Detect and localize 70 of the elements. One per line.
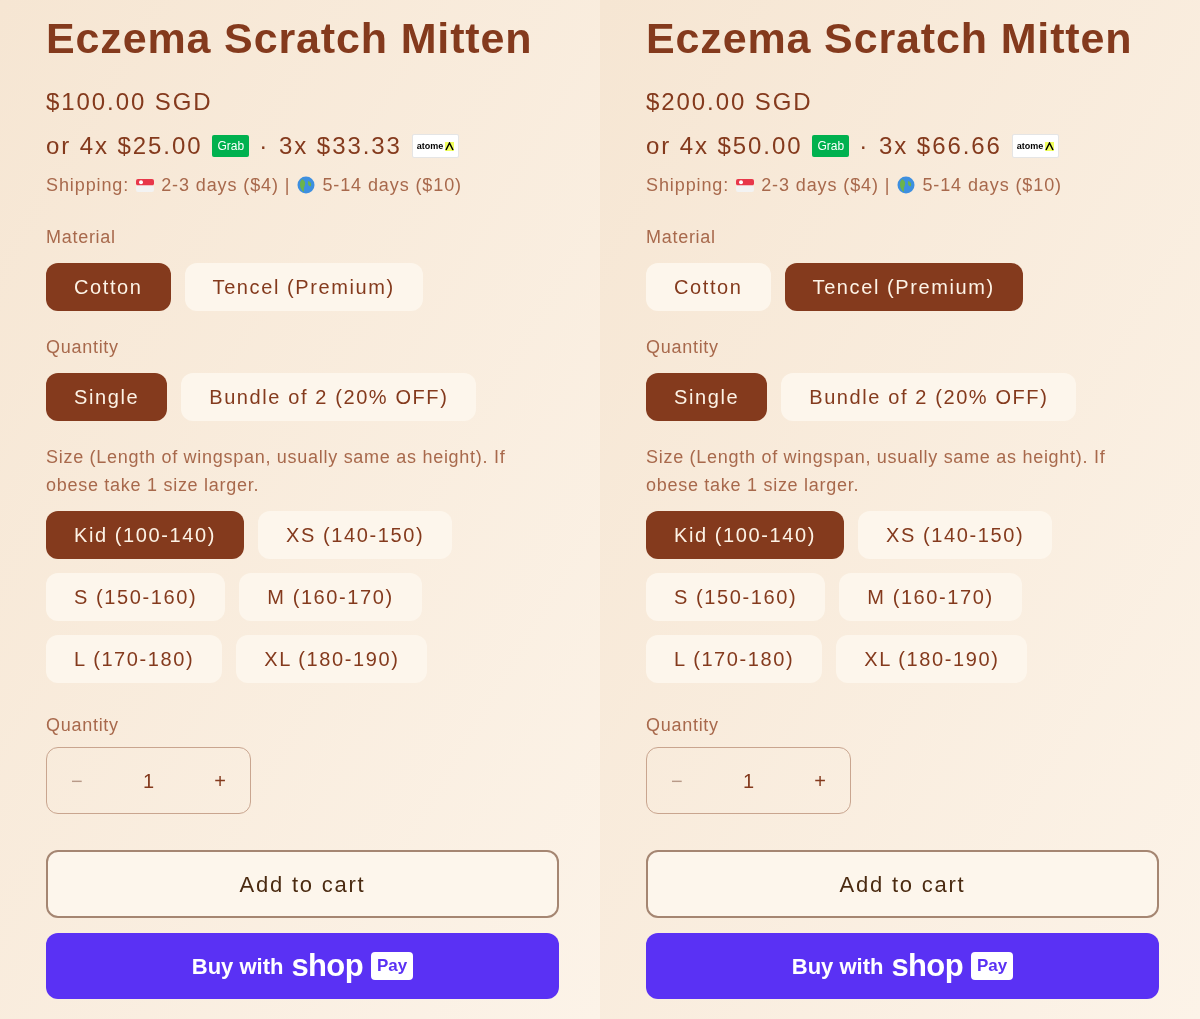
shop-wordmark: shop [891, 949, 963, 983]
quantity-label: Quantity [646, 714, 720, 737]
option-button[interactable]: S (150-160) [646, 573, 826, 621]
shipping-label: Shipping: [646, 174, 730, 197]
globe-icon [897, 176, 916, 194]
grab-logo: Grab [212, 135, 250, 157]
option-button[interactable]: XS (140-150) [858, 511, 1053, 559]
option-button[interactable]: Bundle of 2 (20% OFF) [181, 373, 477, 421]
option-button[interactable]: Kid (100-140) [646, 511, 844, 559]
flag-icon [736, 178, 755, 192]
flag-icon [136, 178, 155, 192]
option-button[interactable]: Tencel (Premium) [784, 263, 1023, 311]
installment-text: 3x $33.33 [279, 131, 402, 161]
installment-text: or 4x $25.00 [46, 131, 203, 161]
add-to-cart-button[interactable]: Add to cart [646, 850, 1159, 918]
shop-pay-button[interactable]: Buy with shop Pay [46, 933, 559, 999]
atome-logo: atome [411, 134, 460, 158]
option-label: Quantity [646, 336, 720, 359]
option-button[interactable]: S (150-160) [46, 573, 226, 621]
option-button[interactable]: L (170-180) [46, 635, 223, 683]
option-button[interactable]: Tencel (Premium) [184, 263, 423, 311]
separator-dot: · [259, 131, 270, 161]
buy-with-text: Buy with [791, 952, 884, 981]
option-label: Size (Length of wingspan, usually same as height). If obese take 1 size larger. [646, 446, 1107, 497]
option-label: Size (Length of wingspan, usually same as height). If obese take 1 size larger. [46, 446, 507, 497]
option-label: Material [46, 226, 117, 249]
pay-badge: Pay [371, 952, 414, 980]
product-price: $200.00 SGD [646, 87, 814, 117]
option-button[interactable]: XL (180-190) [836, 635, 1028, 683]
option-label: Quantity [46, 336, 120, 359]
buy-with-text: Buy with [191, 952, 284, 981]
product-title: Eczema Scratch Mitten [46, 13, 534, 64]
shipping-local: 2-3 days ($4) | [161, 174, 291, 197]
shop-wordmark: shop [291, 949, 363, 983]
pay-badge: Pay [971, 952, 1014, 980]
quantity-stepper[interactable]: − 1 + [646, 747, 851, 814]
option-button[interactable]: L (170-180) [646, 635, 823, 683]
atome-logo: atome [1011, 134, 1060, 158]
shipping-international: 5-14 days ($10) [322, 174, 462, 197]
option-label: Material [646, 226, 717, 249]
quantity-stepper[interactable]: − 1 + [46, 747, 251, 814]
increment-button[interactable]: + [814, 765, 826, 796]
shipping-label: Shipping: [46, 174, 130, 197]
quantity-value: 1 [142, 768, 155, 794]
atome-mark-icon [445, 141, 455, 151]
quantity-value: 1 [742, 768, 755, 794]
option-button[interactable]: Cotton [646, 263, 771, 311]
add-to-cart-button[interactable]: Add to cart [46, 850, 559, 918]
option-button[interactable]: Single [646, 373, 768, 421]
product-price: $100.00 SGD [46, 87, 214, 117]
option-button[interactable]: M (160-170) [239, 573, 422, 621]
option-button[interactable]: M (160-170) [839, 573, 1022, 621]
option-button[interactable]: XL (180-190) [236, 635, 428, 683]
option-button[interactable]: XS (140-150) [258, 511, 453, 559]
increment-button[interactable]: + [214, 765, 226, 796]
shipping-local: 2-3 days ($4) | [761, 174, 891, 197]
installment-text: or 4x $50.00 [646, 131, 803, 161]
product-title: Eczema Scratch Mitten [646, 13, 1134, 64]
option-button[interactable]: Kid (100-140) [46, 511, 244, 559]
option-button[interactable]: Cotton [46, 263, 171, 311]
shipping-international: 5-14 days ($10) [922, 174, 1062, 197]
grab-logo: Grab [812, 135, 850, 157]
option-button[interactable]: Bundle of 2 (20% OFF) [781, 373, 1077, 421]
installment-text: 3x $66.66 [879, 131, 1002, 161]
separator-dot: · [859, 131, 870, 161]
option-button[interactable]: Single [46, 373, 168, 421]
atome-mark-icon [1045, 141, 1055, 151]
quantity-label: Quantity [46, 714, 120, 737]
globe-icon [297, 176, 316, 194]
shop-pay-button[interactable]: Buy with shop Pay [646, 933, 1159, 999]
